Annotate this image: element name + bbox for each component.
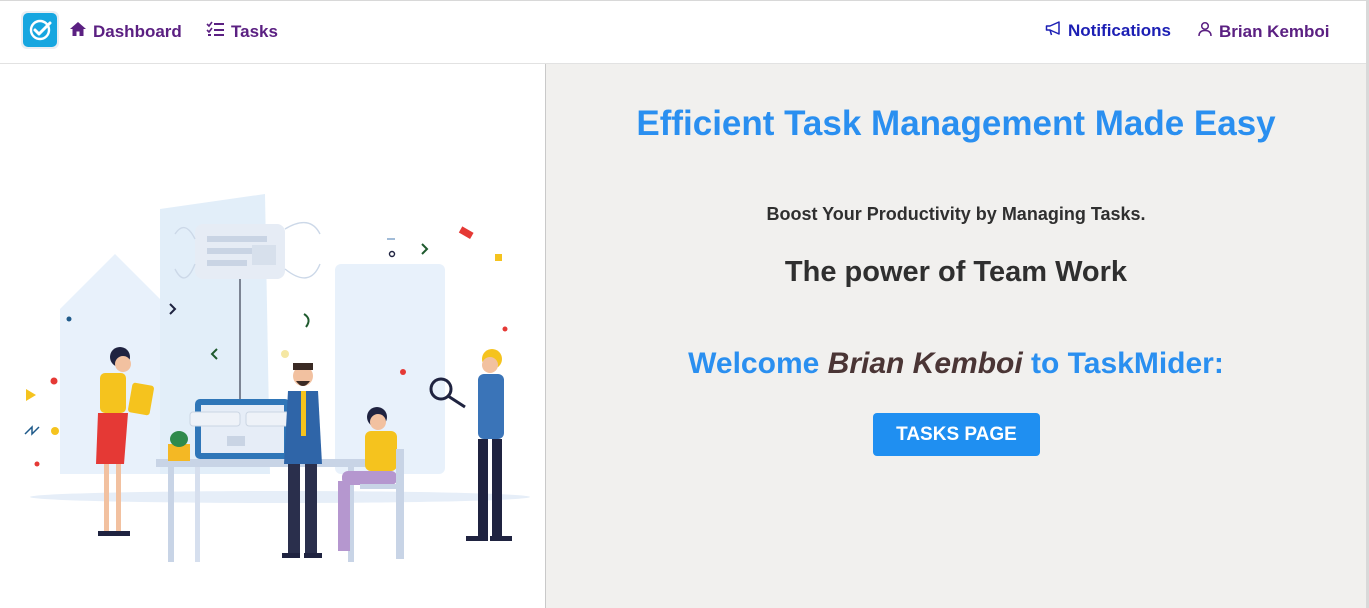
nav-tasks-link[interactable]: Tasks <box>206 21 278 42</box>
hero-subtitle: Boost Your Productivity by Managing Task… <box>766 204 1146 224</box>
welcome-prefix: Welcome <box>688 347 820 380</box>
hero-title: Efficient Task Management Made Easy <box>636 104 1276 143</box>
nav-user-link[interactable]: Brian Kemboi <box>1197 21 1330 42</box>
user-icon <box>1197 21 1213 42</box>
nav-notifications-link[interactable]: Notifications <box>1045 21 1171 41</box>
nav-user-label: Brian Kemboi <box>1219 21 1330 41</box>
nav-dashboard-link[interactable]: Dashboard <box>69 21 182 42</box>
top-navbar: Dashboard Tasks Notifications Brian Kemb… <box>0 0 1369 64</box>
task-list-icon <box>206 21 225 42</box>
hero-tagline: The power of Team Work <box>784 256 1128 288</box>
nav-dashboard-label: Dashboard <box>93 21 182 41</box>
nav-notifications-label: Notifications <box>1068 21 1171 40</box>
app-logo[interactable] <box>21 11 59 49</box>
checkmark-logo-icon <box>23 13 57 47</box>
welcome-panel: Efficient Task Management Made Easy Boos… <box>546 64 1369 608</box>
welcome-message: Welcome Brian Kemboi to TaskMider: <box>546 347 1366 381</box>
welcome-suffix: to TaskMider: <box>1031 347 1224 380</box>
illustration-panel <box>0 64 545 608</box>
nav-tasks-label: Tasks <box>231 21 278 41</box>
welcome-user-name: Brian Kemboi <box>827 347 1023 380</box>
home-icon <box>69 21 87 42</box>
tasks-page-button[interactable]: TASKS PAGE <box>873 413 1040 456</box>
megaphone-icon <box>1045 21 1062 41</box>
team-work-illustration <box>24 194 530 562</box>
